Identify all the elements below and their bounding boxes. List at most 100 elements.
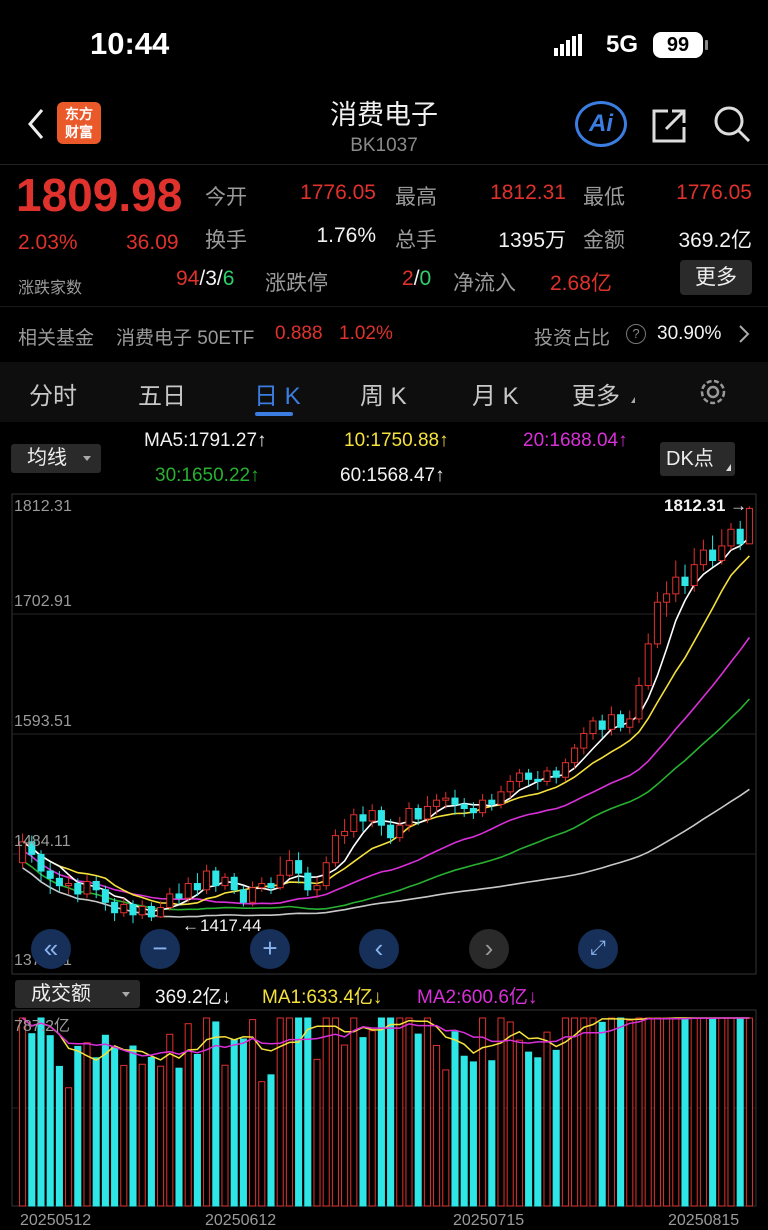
candle-body xyxy=(193,883,201,891)
candle-body xyxy=(46,870,54,879)
volume-bar xyxy=(129,1045,137,1207)
volume-bar xyxy=(644,1017,652,1207)
high-annotation: 1812.31 xyxy=(664,496,726,515)
candle-body xyxy=(55,877,63,887)
volume-selector[interactable]: 成交额 xyxy=(15,980,140,1008)
price-axis-tick: 1702.91 xyxy=(14,593,72,610)
candle-body xyxy=(322,862,330,887)
candle-body xyxy=(129,903,137,916)
volume-bar xyxy=(598,1021,606,1207)
volume-bar xyxy=(193,1053,201,1207)
candle-body xyxy=(534,778,542,782)
candle-body xyxy=(230,876,238,891)
price-axis-tick: 1812.31 xyxy=(14,498,72,515)
candle-body xyxy=(184,883,192,899)
candle-body xyxy=(331,835,339,864)
volume-bar xyxy=(405,1017,413,1207)
low-annotation: 1417.44 xyxy=(200,916,262,935)
volume-bar xyxy=(543,1031,551,1207)
price-axis-tick: 1484.11 xyxy=(14,833,71,850)
zoom-out-icon[interactable]: − xyxy=(140,929,180,969)
scroll-left-fast-icon[interactable]: « xyxy=(31,929,71,969)
candle-body xyxy=(644,643,652,687)
candle-body xyxy=(617,714,625,728)
candle-body xyxy=(580,732,588,749)
volume-bar xyxy=(497,1017,505,1207)
volume-bar xyxy=(120,1064,128,1207)
volume-bar xyxy=(681,1017,689,1207)
candlestick-chart[interactable] xyxy=(0,0,768,1226)
candle-body xyxy=(745,507,753,545)
candle-body xyxy=(552,770,560,778)
volume-bar xyxy=(111,1046,119,1207)
candle-body xyxy=(442,797,450,801)
candle-body xyxy=(350,814,358,832)
candle-body xyxy=(249,887,257,903)
candle-body xyxy=(276,874,284,889)
volume-bar xyxy=(745,1017,753,1207)
volume-bar xyxy=(709,1017,717,1207)
volume-bar xyxy=(92,1057,100,1207)
candle-body xyxy=(147,905,155,918)
date-label: 20250815 xyxy=(668,1212,740,1229)
scroll-left-icon[interactable]: ‹ xyxy=(359,929,399,969)
date-label: 20250715 xyxy=(453,1212,525,1229)
volume-bar xyxy=(525,1051,533,1207)
candle-body xyxy=(699,549,707,566)
candle-body xyxy=(267,883,275,889)
candle-body xyxy=(727,528,735,547)
volume-bar xyxy=(28,1033,36,1207)
fullscreen-icon[interactable]: ⤢ xyxy=(578,929,618,969)
candle-body xyxy=(672,576,680,595)
candle-body xyxy=(515,772,523,782)
volume-bar xyxy=(442,1069,450,1207)
volume-bar xyxy=(387,1017,395,1207)
volume-bar xyxy=(377,1017,385,1207)
volume-bar xyxy=(653,1017,661,1207)
candle-body xyxy=(414,808,422,820)
candle-body xyxy=(239,889,247,903)
candle-body xyxy=(74,883,82,895)
volume-bar xyxy=(359,1037,367,1207)
candle-body xyxy=(341,830,349,837)
volume-ma2: MA2:600.6亿↓ xyxy=(417,987,538,1008)
volume-bar xyxy=(561,1017,569,1207)
volume-bar xyxy=(396,1017,404,1207)
volume-bar xyxy=(212,1021,220,1207)
volume-bar xyxy=(157,1065,165,1207)
volume-bar xyxy=(322,1017,330,1207)
volume-bar xyxy=(230,1039,238,1207)
candle-body xyxy=(396,824,404,839)
candle-body xyxy=(175,893,183,899)
volume-bar xyxy=(166,1033,174,1207)
volume-bar xyxy=(55,1065,63,1207)
volume-bar xyxy=(267,1074,275,1207)
candle-body xyxy=(221,876,229,887)
ma10-line xyxy=(22,555,750,906)
candle-body xyxy=(359,814,367,822)
zoom-in-icon[interactable]: + xyxy=(250,929,290,969)
volume-bar xyxy=(65,1087,73,1207)
candle-body xyxy=(598,720,606,730)
volume-bar xyxy=(295,1017,303,1207)
candle-body xyxy=(166,893,174,909)
volume-bar xyxy=(46,1035,54,1207)
candle-body xyxy=(506,780,514,793)
candle-body xyxy=(469,808,477,814)
volume-bar xyxy=(175,1067,183,1207)
volume-bar xyxy=(74,1045,82,1207)
candle-body xyxy=(653,601,661,645)
candle-body xyxy=(626,718,634,728)
high-arrow-icon: → xyxy=(730,496,747,515)
volume-bar xyxy=(736,1017,744,1207)
candle-body xyxy=(497,791,505,805)
candle-body xyxy=(101,889,109,903)
volume-bar xyxy=(451,1031,459,1207)
candle-body xyxy=(111,901,119,914)
volume-bar xyxy=(727,1017,735,1207)
candle-body xyxy=(295,860,303,874)
candle-body xyxy=(120,903,128,914)
scroll-right-icon[interactable]: › xyxy=(469,929,509,969)
candle-body xyxy=(525,772,533,780)
volume-bar xyxy=(479,1017,487,1207)
